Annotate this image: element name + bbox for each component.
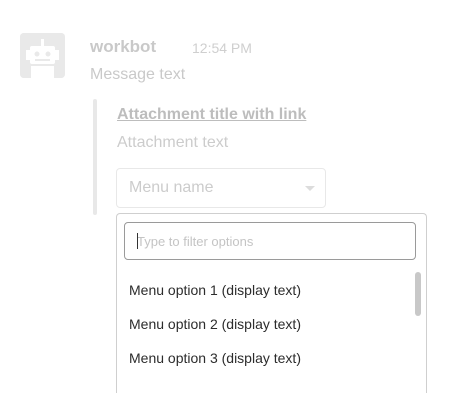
attachment-menu-select[interactable]: Menu name	[116, 168, 326, 208]
robot-icon	[20, 33, 65, 78]
chevron-down-icon	[305, 186, 315, 191]
menu-option-3[interactable]: Menu option 3 (display text)	[117, 348, 407, 382]
menu-option-label: Menu option 3 (display text)	[129, 350, 301, 366]
filter-options-input[interactable]	[124, 222, 416, 260]
menu-option-label: Menu option 2 (display text)	[129, 316, 301, 332]
menu-option-label: Menu option 1 (display text)	[129, 282, 301, 298]
menu-dropdown: Menu option 1 (display text) Menu option…	[116, 213, 427, 393]
message-view: workbot 12:54 PM Message text Attachment…	[0, 0, 464, 408]
attachment-accent-bar	[93, 99, 97, 215]
message-body: Message text	[90, 66, 186, 83]
attachment-title-link[interactable]: Attachment title with link	[117, 106, 306, 124]
options-scrollbar[interactable]	[415, 269, 421, 393]
attachment-text: Attachment text	[117, 134, 229, 151]
menu-select-label: Menu name	[129, 179, 214, 196]
sender-name[interactable]: workbot	[90, 37, 156, 57]
message-timestamp[interactable]: 12:54 PM	[192, 40, 252, 56]
bot-avatar[interactable]	[20, 33, 65, 78]
options-scrollbar-thumb[interactable]	[415, 272, 421, 316]
menu-option-2[interactable]: Menu option 2 (display text)	[117, 314, 407, 348]
menu-option-1[interactable]: Menu option 1 (display text)	[117, 280, 407, 314]
menu-options-list: Menu option 1 (display text) Menu option…	[117, 280, 407, 382]
text-cursor	[137, 233, 138, 249]
